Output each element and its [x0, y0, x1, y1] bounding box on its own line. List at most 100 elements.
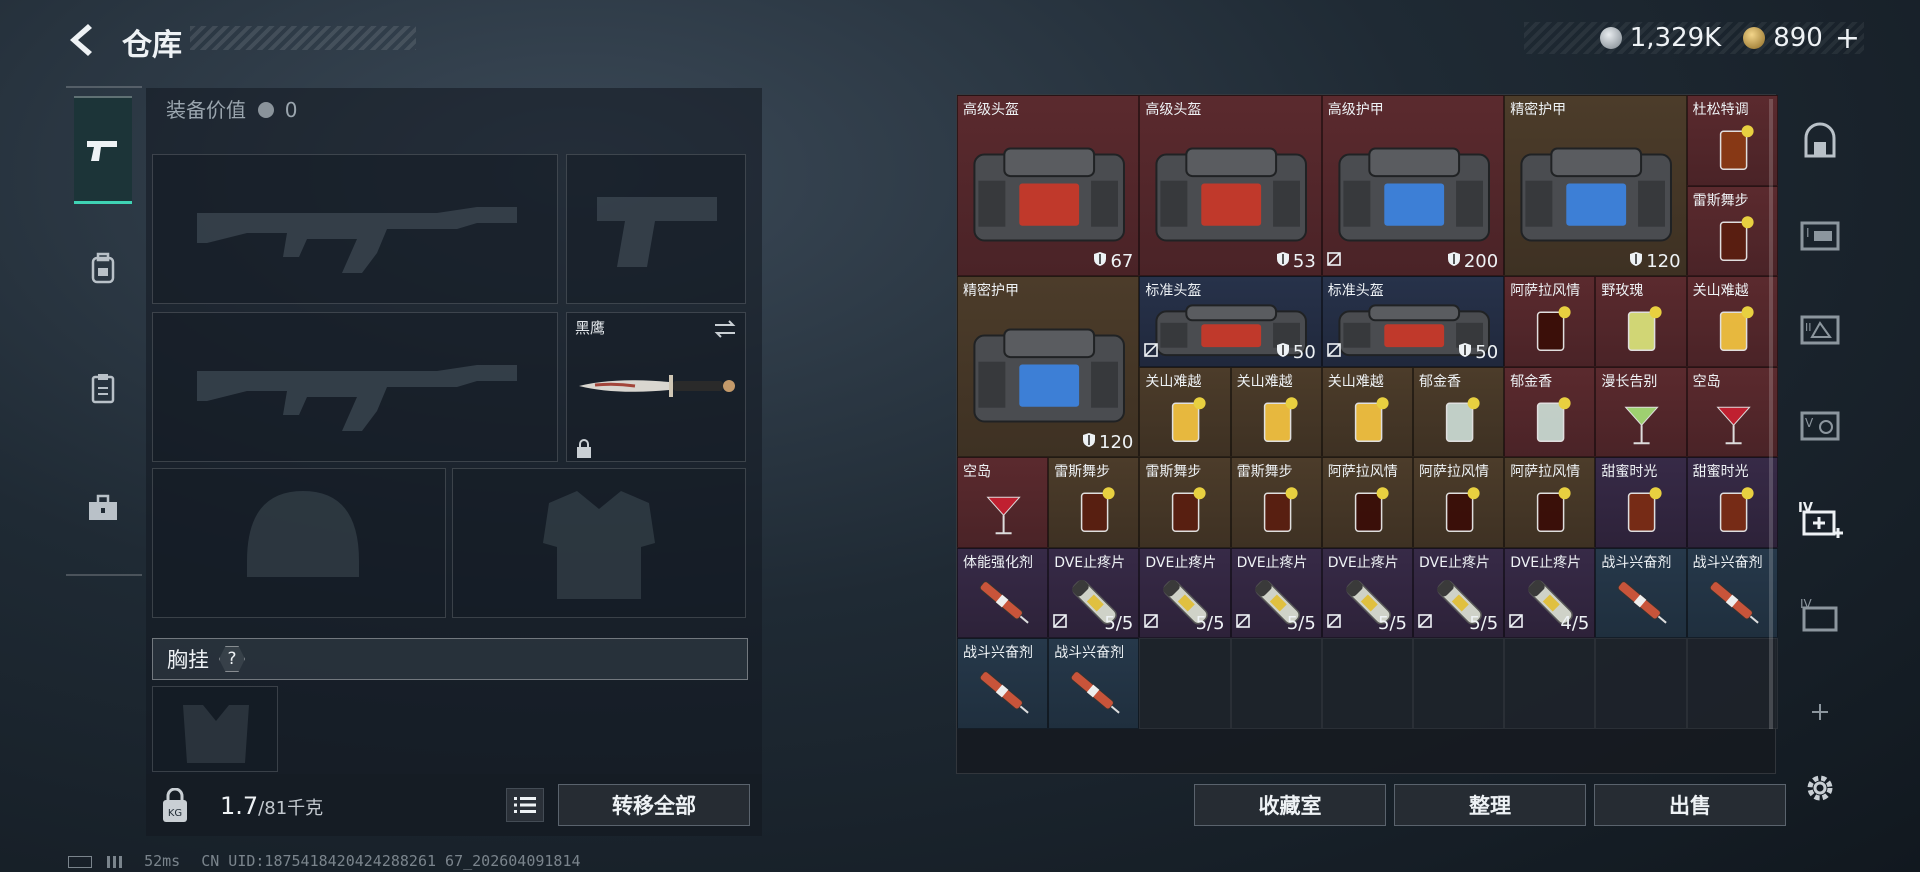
stash-item[interactable]: 战斗兴奋剂: [1048, 638, 1140, 729]
pistol-slot[interactable]: [566, 154, 746, 304]
weight-readout: 1.7/81千克: [220, 792, 323, 820]
primary-weapon-slot[interactable]: [152, 154, 558, 304]
armor-slot[interactable]: [452, 468, 746, 618]
empty-slot[interactable]: [1504, 638, 1596, 729]
stash-item[interactable]: 杜松特调: [1686, 95, 1778, 186]
stash-item[interactable]: 关山难越: [1139, 366, 1231, 457]
helmet-slot[interactable]: [152, 468, 446, 618]
stash-item[interactable]: 精密护甲 120: [957, 276, 1140, 457]
stash-item[interactable]: 高级头盔 53: [1139, 95, 1322, 276]
stash-item[interactable]: DVE止疼片 5/5: [1139, 547, 1231, 638]
empty-slot[interactable]: [1595, 638, 1687, 729]
storage-tab-5[interactable]: V: [1796, 400, 1844, 448]
stash-item[interactable]: 精密护甲 120: [1504, 95, 1687, 276]
storage-tab-1[interactable]: I: [1796, 210, 1844, 258]
vault-tab[interactable]: [1796, 116, 1844, 164]
stash-item[interactable]: 标准头盔 50: [1321, 276, 1505, 367]
empty-slot[interactable]: [1686, 638, 1778, 729]
stash-item[interactable]: 甜蜜时光: [1686, 457, 1778, 548]
pistol-silhouette-icon: [597, 197, 717, 267]
stash-item[interactable]: 高级护甲 200: [1321, 95, 1505, 276]
melee-slot[interactable]: 黑鹰: [566, 312, 746, 462]
secondary-weapon-slot[interactable]: [152, 312, 558, 462]
shield-icon: [1276, 342, 1290, 363]
knife-icon: [579, 375, 735, 397]
stash-item[interactable]: 甜蜜时光: [1595, 457, 1687, 548]
durability-value: 67: [1110, 251, 1134, 272]
stash-item[interactable]: 标准头盔 50: [1139, 276, 1322, 367]
ping-value: 52ms: [144, 852, 181, 870]
tab-weapons[interactable]: [74, 96, 132, 204]
stash-item[interactable]: 战斗兴奋剂: [1686, 547, 1778, 638]
loadout-tabs: [66, 86, 142, 576]
gear-case-icon: [1140, 96, 1320, 275]
tab-armor[interactable]: [74, 334, 132, 442]
chest-rig-slot[interactable]: [152, 686, 278, 772]
chest-rig-silhouette-icon: [183, 705, 249, 763]
add-storage-button[interactable]: [1796, 688, 1844, 736]
stash-item[interactable]: DVE止疼片 4/5: [1504, 547, 1596, 638]
settings-icon: [1807, 775, 1833, 801]
uses-count: 5/5: [1286, 613, 1316, 634]
sort-button[interactable]: 整理: [1394, 784, 1586, 826]
stash-item[interactable]: 空岛: [1686, 366, 1778, 457]
stash-item[interactable]: 关山难越: [1321, 366, 1413, 457]
stash-item[interactable]: 关山难越: [1686, 276, 1778, 367]
storage-tab-4-add[interactable]: IV: [1796, 494, 1844, 542]
collection-button[interactable]: 收藏室: [1194, 784, 1386, 826]
stash-item[interactable]: 郁金香: [1413, 366, 1505, 457]
title-decoration: [190, 26, 416, 50]
gear-case-icon: [958, 96, 1138, 275]
stash-item[interactable]: 雷斯舞步: [1230, 457, 1322, 548]
stash-scrollbar[interactable]: [1769, 99, 1773, 729]
stash-item[interactable]: 空岛: [957, 457, 1049, 548]
empty-slot[interactable]: [1413, 638, 1505, 729]
stash-item[interactable]: 阿萨拉风情: [1504, 276, 1596, 367]
stash-item[interactable]: 阿萨拉风情: [1321, 457, 1413, 548]
transfer-all-button[interactable]: 转移全部: [558, 784, 750, 826]
back-button[interactable]: [64, 20, 104, 60]
knife-name: 黑鹰: [575, 319, 606, 337]
svg-text:KG: KG: [168, 808, 182, 819]
stash-item[interactable]: 战斗兴奋剂: [957, 638, 1049, 729]
empty-slot[interactable]: [1321, 638, 1413, 729]
stash-item[interactable]: DVE止疼片 5/5: [1413, 547, 1505, 638]
uses-count: 4/5: [1560, 613, 1590, 634]
stash-item[interactable]: 漫长告别: [1595, 366, 1687, 457]
stash-item[interactable]: DVE止疼片 5/5: [1048, 547, 1140, 638]
stash-item[interactable]: 体能强化剂: [957, 547, 1049, 638]
stash-item[interactable]: 战斗兴奋剂: [1595, 547, 1687, 638]
stash-item[interactable]: 雷斯舞步: [1686, 185, 1778, 276]
help-button[interactable]: ?: [219, 646, 245, 672]
tab-tools[interactable]: [74, 454, 132, 562]
stash-item[interactable]: 关山难越: [1230, 366, 1322, 457]
add-currency-button[interactable]: +: [1835, 21, 1860, 56]
stash-item[interactable]: DVE止疼片 5/5: [1321, 547, 1413, 638]
item-name: 漫长告别: [1601, 373, 1658, 390]
stash-item[interactable]: 雷斯舞步: [1139, 457, 1231, 548]
stash-item[interactable]: DVE止疼片 5/5: [1230, 547, 1322, 638]
tab-backpack[interactable]: [74, 214, 132, 322]
list-view-button[interactable]: [506, 788, 544, 822]
add-icon: [1812, 704, 1828, 720]
storage-tab-2[interactable]: II: [1796, 304, 1844, 352]
stash-item[interactable]: 郁金香: [1504, 366, 1596, 457]
durability-value: 120: [1099, 432, 1134, 453]
item-name: 雷斯舞步: [1054, 464, 1111, 480]
empty-slot[interactable]: [1230, 638, 1322, 729]
empty-slot[interactable]: [1139, 638, 1231, 729]
swap-icon[interactable]: [713, 319, 737, 339]
item-name: DVE止疼片: [1145, 554, 1217, 571]
settings-button[interactable]: [1796, 764, 1844, 812]
stash-item[interactable]: 野玫瑰: [1595, 276, 1687, 367]
pistol-icon: [87, 140, 117, 161]
durability-value: 53: [1292, 251, 1316, 272]
item-name: 甜蜜时光: [1601, 464, 1658, 480]
stash-item[interactable]: 高级头盔 67: [957, 95, 1140, 276]
storage-tab-4[interactable]: IV: [1796, 590, 1844, 638]
stash-item[interactable]: 阿萨拉风情: [1413, 457, 1505, 548]
stash-item[interactable]: 雷斯舞步: [1048, 457, 1140, 548]
stash-item[interactable]: 阿萨拉风情: [1504, 457, 1596, 548]
sell-button[interactable]: 出售: [1594, 784, 1786, 826]
no-sell-icon: [1326, 613, 1341, 632]
